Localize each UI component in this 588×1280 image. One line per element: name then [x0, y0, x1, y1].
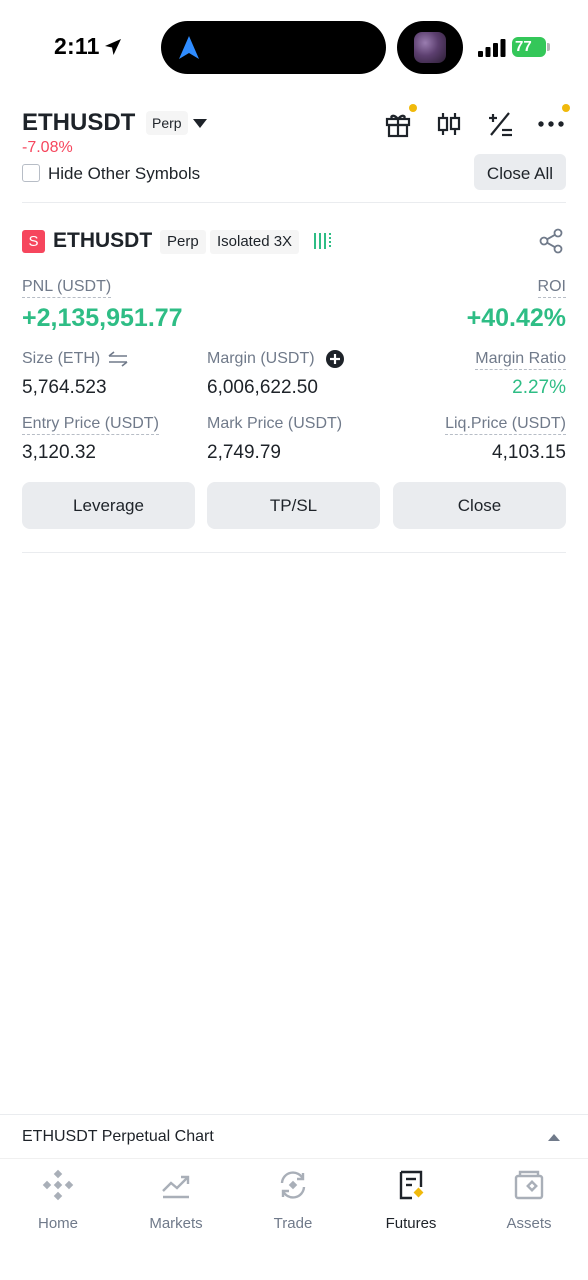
size-value: 5,764.523 [22, 377, 107, 398]
chevron-up-icon[interactable] [548, 1134, 560, 1141]
divider [22, 552, 566, 553]
status-bar: 2:11 77 [0, 0, 588, 96]
size-label: Size (ETH) [22, 350, 101, 367]
roi-value: +40.42% [466, 304, 566, 332]
close-position-button[interactable]: Close [393, 482, 566, 529]
more-notification-dot [562, 104, 570, 112]
symbol-title[interactable]: ETHUSDT [22, 109, 135, 137]
album-art-icon [414, 32, 446, 63]
pnl-value: +2,135,951.77 [22, 304, 183, 332]
cellular-signal-icon [478, 39, 506, 57]
navigation-icon [179, 36, 199, 59]
contract-type-tag: Perp [146, 111, 188, 135]
margin-ratio-value: 2.27% [512, 377, 566, 398]
bottom-nav: Home Markets Trade Futures Assets [0, 1158, 588, 1280]
mark-price-value: 2,749.79 [207, 442, 281, 463]
nav-home[interactable]: Home [3, 1169, 113, 1239]
pnl-label[interactable]: PNL (USDT) [22, 278, 112, 298]
add-margin-icon[interactable] [325, 349, 345, 369]
status-time: 2:11 [54, 33, 100, 59]
gift-notification-dot [409, 104, 417, 112]
liq-price-value: 4,103.15 [492, 442, 566, 463]
margin-value: 6,006,622.50 [207, 377, 318, 398]
liq-price-label[interactable]: Liq.Price (USDT) [445, 415, 566, 435]
futures-icon [399, 1170, 424, 1200]
signal-bars-icon [314, 233, 331, 249]
nav-assets[interactable]: Assets [474, 1169, 584, 1239]
dynamic-island [161, 21, 386, 74]
more-icon[interactable] [536, 109, 566, 139]
home-icon [42, 1169, 74, 1201]
divider [22, 202, 566, 203]
close-all-button[interactable]: Close All [474, 154, 566, 190]
roi-label[interactable]: ROI [537, 278, 566, 298]
leverage-button[interactable]: Leverage [22, 482, 195, 529]
gift-icon[interactable] [383, 109, 413, 139]
nav-markets[interactable]: Markets [121, 1169, 231, 1239]
nav-trade[interactable]: Trade [238, 1169, 348, 1239]
calculator-icon[interactable] [485, 109, 515, 139]
trade-icon [280, 1171, 306, 1199]
symbol-dropdown-icon[interactable] [193, 119, 207, 128]
hide-other-symbols-label[interactable]: Hide Other Symbols [48, 164, 200, 184]
swap-units-icon[interactable] [108, 351, 128, 367]
nav-home-label: Home [37, 1215, 78, 1232]
nav-trade-label: Trade [273, 1215, 313, 1232]
battery-level: 77 [515, 38, 532, 55]
symbol-header: ETHUSDT Perp -7.08% [0, 100, 588, 162]
nav-futures-label: Futures [385, 1215, 437, 1232]
entry-price-label[interactable]: Entry Price (USDT) [22, 415, 159, 435]
chart-bar-title[interactable]: ETHUSDT Perpetual Chart [22, 1128, 214, 1146]
hide-other-symbols-checkbox[interactable] [22, 164, 40, 182]
position-symbol[interactable]: ETHUSDT [53, 229, 152, 253]
nav-assets-label: Assets [506, 1215, 552, 1232]
side-badge: S [22, 230, 45, 253]
price-change: -7.08% [22, 139, 73, 156]
position-contract-tag: Perp [160, 230, 206, 254]
candlestick-icon[interactable] [434, 109, 464, 139]
nav-markets-label: Markets [149, 1215, 203, 1232]
location-arrow-icon [105, 39, 121, 55]
battery-icon: 77 [512, 37, 546, 57]
markets-icon [162, 1175, 190, 1199]
perpetual-chart-bar[interactable]: ETHUSDT Perpetual Chart [0, 1114, 588, 1158]
position-filter-row: Hide Other Symbols Close All [0, 154, 588, 202]
battery-cap [547, 43, 550, 51]
margin-ratio-label[interactable]: Margin Ratio [475, 350, 566, 370]
tpsl-button[interactable]: TP/SL [207, 482, 380, 529]
mark-price-label: Mark Price (USDT) [207, 415, 343, 432]
entry-price-value: 3,120.32 [22, 442, 96, 463]
margin-mode-tag: Isolated 3X [210, 230, 300, 254]
share-icon[interactable] [538, 228, 564, 254]
margin-label: Margin (USDT) [207, 350, 315, 367]
now-playing-island [397, 21, 463, 74]
nav-futures[interactable]: Futures [356, 1169, 466, 1239]
assets-icon [514, 1170, 544, 1200]
